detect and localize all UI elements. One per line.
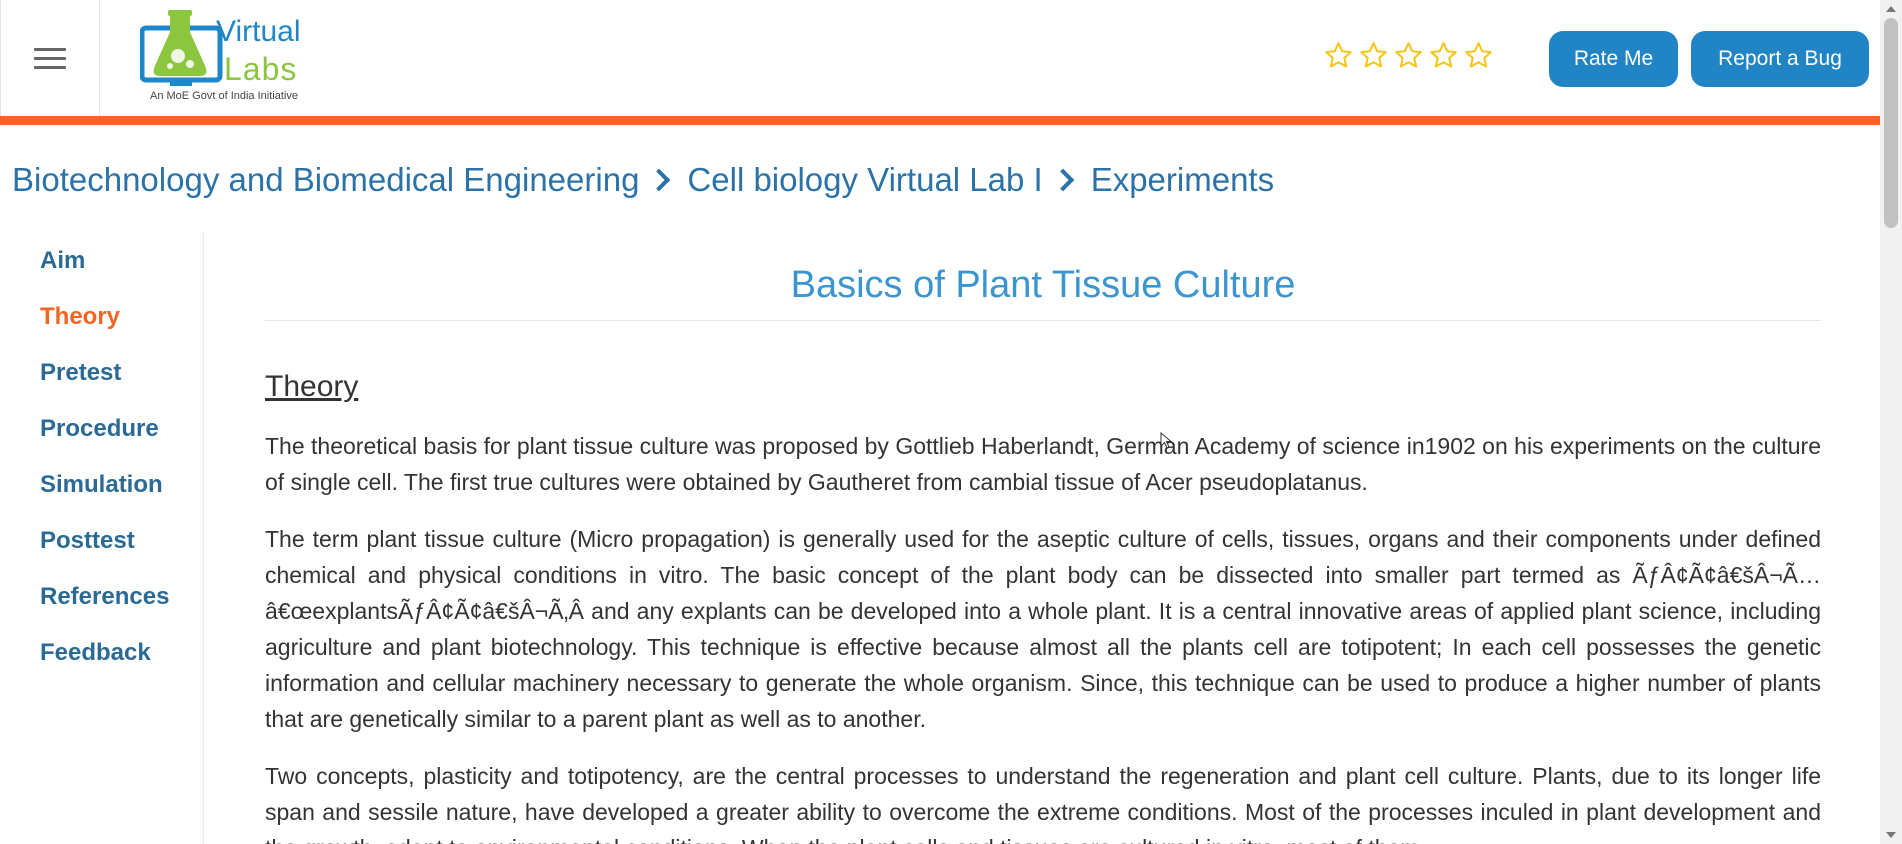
experiment-sidebar: Aim Theory Pretest Procedure Simulation …: [0, 232, 204, 844]
star-outline-icon[interactable]: [1393, 40, 1424, 71]
title-divider: [265, 320, 1821, 321]
breadcrumb-item-lab[interactable]: Cell biology Virtual Lab I: [687, 161, 1042, 199]
lab-flask-logo-icon: [140, 10, 223, 86]
rate-me-button[interactable]: Rate Me: [1549, 31, 1678, 87]
hamburger-menu-button[interactable]: [0, 0, 100, 116]
theory-paragraph-1: The theoretical basis for plant tissue c…: [265, 433, 1821, 495]
logo-word-labs: Labs: [224, 51, 298, 87]
scroll-up-arrow-icon[interactable]: [1886, 6, 1896, 12]
sidebar-item-theory[interactable]: Theory: [40, 303, 120, 331]
sidebar-item-aim[interactable]: Aim: [40, 247, 85, 275]
star-outline-icon[interactable]: [1358, 40, 1389, 71]
sidebar-item-procedure[interactable]: Procedure: [40, 415, 159, 443]
star-outline-icon[interactable]: [1463, 40, 1494, 71]
hamburger-menu-icon: [34, 42, 66, 75]
mouse-cursor-icon: [1160, 432, 1173, 449]
sidebar-item-pretest[interactable]: Pretest: [40, 359, 121, 387]
chevron-right-icon: [648, 168, 671, 192]
header-accent-bar: [0, 116, 1880, 125]
sidebar-item-simulation[interactable]: Simulation: [40, 471, 163, 499]
breadcrumb-item-experiments[interactable]: Experiments: [1091, 161, 1274, 199]
theory-paragraph-3: Two concepts, plasticity and totipotency…: [265, 763, 1821, 844]
logo-tagline: An MoE Govt of India Initiative: [150, 90, 298, 102]
sidebar-item-references[interactable]: References: [40, 583, 169, 611]
page-title: Basics of Plant Tissue Culture: [790, 264, 1296, 306]
star-outline-icon[interactable]: [1428, 40, 1459, 71]
virtual-labs-logo[interactable]: Virtual Labs An MoE Govt of India Initia…: [136, 8, 322, 108]
page-scrollbar[interactable]: [1880, 0, 1902, 844]
sidebar-item-posttest[interactable]: Posttest: [40, 527, 135, 555]
scroll-down-arrow-icon[interactable]: [1886, 832, 1896, 838]
main-content: Basics of Plant Tissue Culture Theory Th…: [265, 232, 1821, 844]
theory-paragraph-2: The term plant tissue culture (Micro pro…: [265, 526, 1821, 732]
sidebar-item-feedback[interactable]: Feedback: [40, 639, 151, 667]
logo-word-virtual: Virtual: [216, 15, 301, 48]
rating-stars: [1323, 40, 1494, 71]
breadcrumb: Biotechnology and Biomedical Engineering…: [12, 158, 1274, 202]
scrollbar-thumb[interactable]: [1884, 18, 1898, 228]
section-heading: Theory: [265, 370, 359, 403]
chevron-right-icon: [1051, 168, 1075, 192]
report-bug-button[interactable]: Report a Bug: [1691, 31, 1869, 87]
star-outline-icon[interactable]: [1323, 40, 1354, 71]
breadcrumb-item-discipline[interactable]: Biotechnology and Biomedical Engineering: [12, 161, 639, 199]
site-header: Virtual Labs An MoE Govt of India Initia…: [0, 0, 1880, 116]
